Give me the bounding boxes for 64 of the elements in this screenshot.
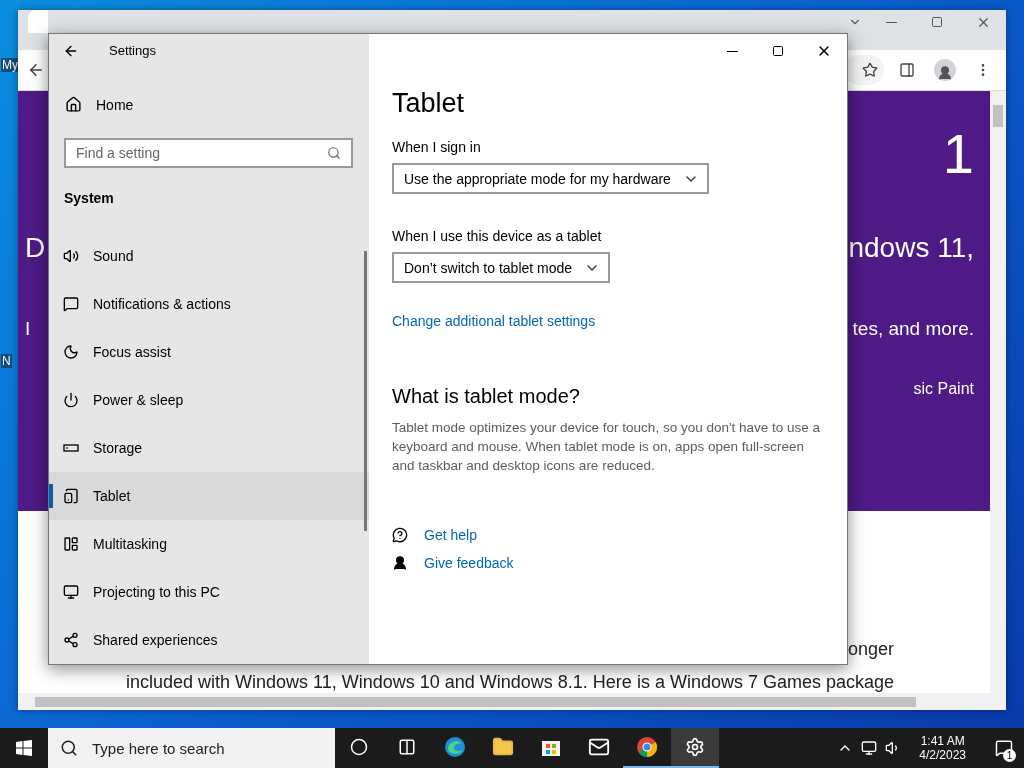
field-label: When I use this device as a tablet — [392, 228, 603, 244]
help-icon — [392, 527, 408, 543]
clock[interactable]: 1:41 AM 4/2/2023 — [909, 734, 976, 762]
nav-item[interactable]: Projecting to this PC — [49, 568, 369, 616]
banner-text: D — [25, 232, 46, 264]
banner-text: I — [25, 318, 31, 340]
speaker-icon — [63, 248, 79, 264]
nav-item[interactable]: Sound — [49, 232, 369, 280]
dropdown[interactable]: Don’t switch to tablet mode — [392, 252, 611, 283]
tablet-icon — [63, 488, 79, 504]
star-icon[interactable] — [862, 62, 878, 78]
window-title: Settings — [109, 43, 156, 59]
share-icon — [63, 632, 79, 648]
banner-text: 1 — [942, 121, 974, 186]
nav-item[interactable]: Power & sleep — [49, 376, 369, 424]
gear-icon[interactable] — [671, 728, 719, 768]
home-item[interactable]: Home — [49, 83, 369, 127]
nav-item[interactable]: Focus assist — [49, 328, 369, 376]
monitor-icon — [63, 584, 79, 600]
nav-item[interactable]: Notifications & actions — [49, 280, 369, 328]
windows-logo-icon — [16, 740, 32, 756]
power-icon — [63, 392, 79, 408]
banner-text: ndows 11, — [848, 232, 974, 264]
help-link[interactable]: Give feedback — [424, 555, 514, 571]
page-text: onger — [847, 639, 894, 660]
dropdown[interactable]: Use the appropriate mode for my hardware — [392, 163, 709, 194]
nav-item[interactable]: Multitasking — [49, 520, 369, 568]
vertical-scrollbar[interactable] — [990, 91, 1006, 693]
nav-item[interactable]: Tablet — [49, 472, 369, 520]
desktop-icon-label[interactable]: My — [1, 58, 19, 72]
maximize-icon — [931, 16, 943, 28]
horizontal-scrollbar[interactable] — [18, 693, 1006, 710]
page-title: Tablet — [392, 88, 466, 119]
section-title: What is tablet mode? — [392, 385, 581, 408]
window-layout-icon — [63, 536, 79, 552]
search-field[interactable]: Find a setting — [64, 137, 353, 168]
nav-item[interactable]: Shared experiences — [49, 616, 369, 664]
desktop-icon-label[interactable]: N — [1, 354, 12, 368]
field-label: When I sign in — [392, 139, 482, 155]
maximize-icon — [772, 45, 784, 57]
search-field[interactable]: Type here to search — [48, 728, 335, 768]
search-icon — [60, 739, 78, 757]
network-icon[interactable] — [861, 740, 878, 756]
notification-badge: 1 — [1003, 749, 1016, 762]
minimize-icon — [726, 50, 738, 52]
search-icon — [327, 145, 341, 160]
side-panel-icon — [899, 62, 915, 78]
section-heading: System — [64, 190, 115, 206]
banner-text: sic Paint — [913, 380, 974, 398]
minimize-icon — [885, 21, 897, 23]
person-icon — [392, 555, 408, 571]
speech-bubble-icon — [63, 296, 79, 312]
help-link[interactable]: Get help — [424, 527, 477, 543]
notification-button[interactable]: 1 — [984, 728, 1024, 768]
nav-item[interactable]: Storage — [49, 424, 369, 472]
page-text: included with Windows 11, Windows 10 and Windows 8.1. Here is a Windows 7 Games package — [125, 672, 894, 693]
home-icon — [65, 96, 82, 114]
notification-icon — [995, 739, 1013, 757]
moon-icon — [63, 344, 79, 360]
settings-link[interactable]: Change additional tablet settings — [392, 313, 596, 329]
scrollbar[interactable] — [364, 251, 367, 531]
person-icon — [937, 65, 953, 81]
description-text: Tablet mode optimizes your device for touch, so you don't have to use a keyboard and mouse. When tablet mode is on, apps open full-screen and taskbar and desktop icons are reduced. — [392, 419, 822, 475]
banner-text: tes, and more. — [852, 318, 974, 340]
